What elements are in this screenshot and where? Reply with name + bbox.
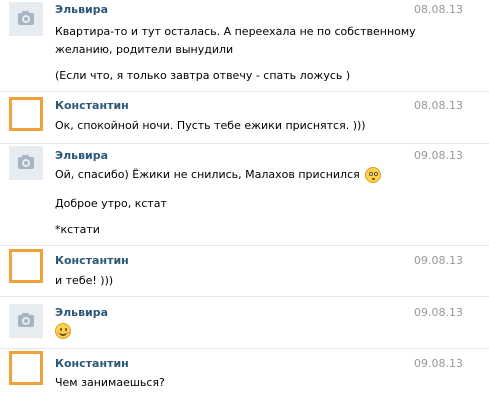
message-text: Доброе утро, кстат xyxy=(55,197,167,210)
message-author[interactable]: Константин xyxy=(55,357,129,370)
message-item: Константин 09.08.13 Чем занимаешься? xyxy=(0,348,489,401)
message-author[interactable]: Константин xyxy=(55,254,129,267)
avatar[interactable] xyxy=(9,97,43,131)
smile-emoji-icon xyxy=(55,323,71,339)
message-author[interactable]: Эльвира xyxy=(55,149,108,162)
message-text: (Если что, я только завтра отвечу - спат… xyxy=(55,69,351,82)
message-text xyxy=(53,323,71,339)
message-author[interactable]: Константин xyxy=(55,99,129,112)
avatar-placeholder-camera-icon[interactable] xyxy=(9,2,43,36)
message-date[interactable]: 09.08.13 xyxy=(414,306,463,319)
message-author[interactable]: Эльвира xyxy=(55,306,108,319)
message-text: Квартира-то и тут осталась. А переехала … xyxy=(55,25,416,38)
message-item: Константин 08.08.13 Ок, спокойной ночи. … xyxy=(0,91,489,144)
avatar-placeholder-camera-icon[interactable] xyxy=(9,304,43,338)
message-date[interactable]: 09.08.13 xyxy=(414,357,463,370)
message-item: Константин 09.08.13 и тебе! ))) xyxy=(0,245,489,297)
message-text: Ок, спокойной ночи. Пусть тебе ежики при… xyxy=(55,119,366,132)
avatar-placeholder-camera-icon[interactable] xyxy=(9,146,43,180)
message-text: и тебе! ))) xyxy=(55,274,114,287)
message-item: Эльвира 09.08.13 Ой, спасибо) Ёжики не с… xyxy=(0,143,489,246)
avatar[interactable] xyxy=(9,351,43,385)
message-item: Эльвира 09.08.13 xyxy=(0,296,489,349)
message-text: Ой, спасибо) Ёжики не снились, Малахов п… xyxy=(55,167,382,183)
message-text-content: Ой, спасибо) Ёжики не снились, Малахов п… xyxy=(55,168,360,181)
message-date[interactable]: 09.08.13 xyxy=(414,149,463,162)
message-date[interactable]: 09.08.13 xyxy=(414,254,463,267)
confused-face-emoji-icon xyxy=(365,167,382,183)
message-author[interactable]: Эльвира xyxy=(55,3,108,16)
message-item: Эльвира 08.08.13 Квартира-то и тут остал… xyxy=(0,0,489,92)
message-date[interactable]: 08.08.13 xyxy=(414,3,463,16)
avatar[interactable] xyxy=(9,249,43,283)
message-date[interactable]: 08.08.13 xyxy=(414,99,463,112)
message-text: желанию, родители вынудили xyxy=(55,43,234,56)
message-history: Эльвира 08.08.13 Квартира-то и тут остал… xyxy=(0,0,489,401)
message-text: *кстати xyxy=(55,223,100,236)
message-text: Чем занимаешься? xyxy=(55,376,165,389)
